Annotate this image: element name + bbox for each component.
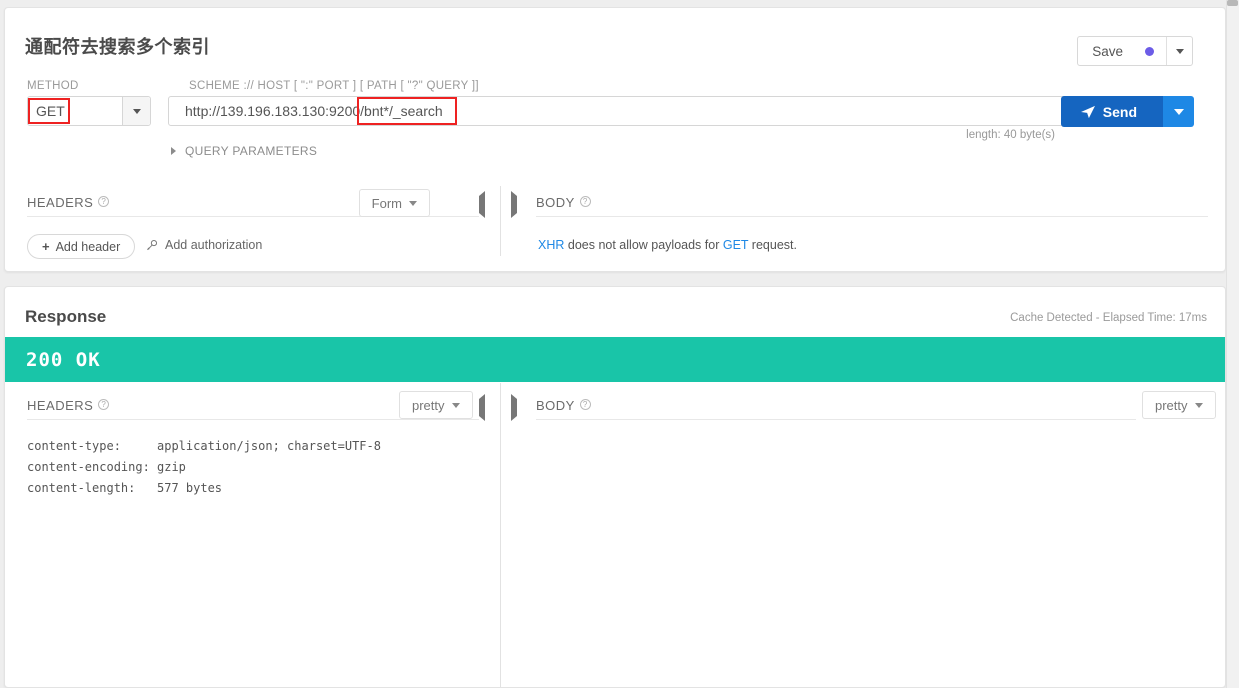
send-button[interactable]: Send — [1060, 96, 1163, 127]
collapse-left-button[interactable] — [479, 394, 485, 421]
panel-divider — [500, 383, 501, 687]
request-body-label: BODY — [536, 195, 575, 210]
request-body-heading: BODY? — [536, 195, 591, 210]
send-button-group[interactable]: Send — [1060, 96, 1194, 127]
save-button-group[interactable]: Save — [1077, 36, 1193, 66]
url-format-label: SCHEME :// HOST [ ":" PORT ] [ PATH [ "?… — [189, 80, 479, 92]
response-header-value: gzip — [157, 460, 186, 474]
response-header-value: 577 bytes — [157, 481, 223, 495]
response-header-row: content-length: 577 bytes — [27, 481, 222, 495]
response-header-row: content-type: application/json; charset=U… — [27, 439, 381, 453]
xhr-note-suffix: request. — [748, 238, 797, 252]
triangle-left-icon — [479, 394, 485, 421]
triangle-right-icon — [511, 191, 517, 218]
chevron-down-icon — [132, 108, 141, 114]
request-panel: 通配符去搜索多个索引 METHOD SCHEME :// HOST [ ":" … — [4, 7, 1226, 272]
chevron-down-icon — [1194, 402, 1203, 408]
unsaved-indicator-dot — [1145, 46, 1154, 56]
url-length-note: length: 40 byte(s) — [966, 129, 1055, 141]
panel-divider — [500, 186, 501, 256]
key-icon — [147, 239, 158, 250]
url-input[interactable]: http://139.196.183.130:9200/bnt*/_search — [168, 96, 1074, 126]
save-dropdown-button[interactable] — [1166, 37, 1192, 65]
response-title: Response — [25, 307, 107, 326]
response-body-heading: BODY? — [536, 398, 591, 413]
chevron-down-icon — [451, 402, 460, 408]
scrollbar-thumb[interactable] — [1227, 0, 1238, 6]
divider — [536, 216, 1208, 217]
add-authorization-label: Add authorization — [165, 238, 263, 252]
response-headers-format-value: pretty — [412, 397, 445, 413]
body-disabled-note: XHR does not allow payloads for GET requ… — [538, 238, 797, 252]
xhr-note-method: GET — [722, 238, 749, 252]
add-header-label: Add header — [55, 239, 121, 254]
chevron-right-icon — [171, 147, 176, 155]
url-value: http://139.196.183.130:9200/bnt*/_search — [185, 103, 443, 119]
status-code-text: 200 OK — [26, 348, 101, 371]
collapse-right-button[interactable] — [511, 394, 517, 421]
divider — [27, 419, 479, 420]
triangle-left-icon — [479, 191, 485, 218]
query-parameters-label: QUERY PARAMETERS — [185, 144, 318, 158]
collapse-right-button[interactable] — [511, 191, 517, 218]
save-button[interactable]: Save — [1078, 37, 1166, 65]
method-dropdown-button[interactable] — [122, 97, 150, 125]
response-header-value: application/json; charset=UTF-8 — [157, 439, 381, 453]
send-dropdown-button[interactable] — [1163, 96, 1194, 127]
request-headers-format-value: Form — [371, 195, 402, 211]
request-headers-format-select[interactable]: Form — [358, 189, 430, 217]
add-authorization-button[interactable]: Add authorization — [145, 238, 262, 252]
method-value: GET — [36, 103, 65, 119]
query-parameters-toggle[interactable]: QUERY PARAMETERS — [171, 144, 317, 158]
chevron-down-icon — [1175, 48, 1184, 54]
chevron-down-icon — [1173, 108, 1184, 115]
response-headers-label: HEADERS — [27, 398, 94, 413]
response-body-label: BODY — [536, 398, 575, 413]
request-headers-heading: HEADERS? — [27, 195, 110, 210]
request-headers-label: HEADERS — [27, 195, 94, 210]
response-headers-format-select[interactable]: pretty — [399, 391, 473, 419]
xhr-note-middle: does not allow payloads for — [564, 238, 723, 252]
xhr-link[interactable]: XHR — [538, 238, 564, 252]
response-body-format-value: pretty — [1155, 397, 1188, 413]
response-header-row: content-encoding: gzip — [27, 460, 186, 474]
page-title: 通配符去搜索多个索引 — [25, 37, 210, 57]
response-header-key: content-type: — [27, 439, 121, 453]
plus-icon: + — [42, 239, 50, 254]
response-header-key: content-encoding: — [27, 460, 150, 474]
page-scrollbar[interactable] — [1226, 0, 1239, 688]
status-bar: 200 OK — [5, 337, 1225, 382]
help-icon[interactable]: ? — [98, 399, 110, 410]
divider — [536, 419, 1136, 420]
response-headers-heading: HEADERS? — [27, 398, 110, 413]
response-header-key: content-length: — [27, 481, 136, 495]
help-icon[interactable]: ? — [579, 399, 591, 410]
method-select[interactable]: GET — [27, 96, 151, 126]
send-icon — [1080, 105, 1095, 118]
chevron-down-icon — [409, 200, 417, 206]
help-icon[interactable]: ? — [98, 196, 110, 207]
response-body-format-select[interactable]: pretty — [1142, 391, 1216, 419]
cache-elapsed-note: Cache Detected - Elapsed Time: 17ms — [1010, 312, 1207, 324]
app-root: 通配符去搜索多个索引 METHOD SCHEME :// HOST [ ":" … — [0, 0, 1239, 688]
triangle-right-icon — [511, 394, 517, 421]
response-panel: Response Cache Detected - Elapsed Time: … — [4, 286, 1226, 688]
send-label: Send — [1102, 103, 1137, 120]
collapse-left-button[interactable] — [479, 191, 485, 218]
method-label: METHOD — [27, 80, 79, 92]
save-label: Save — [1092, 43, 1123, 59]
add-header-button[interactable]: + Add header — [27, 234, 136, 259]
help-icon[interactable]: ? — [579, 196, 591, 207]
